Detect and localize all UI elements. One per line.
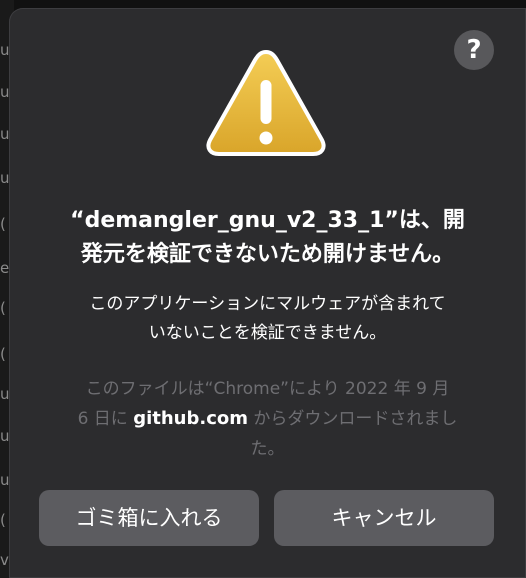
help-button[interactable]: ?	[454, 30, 494, 70]
dialog-message-line: いないことを検証できません。	[148, 323, 387, 343]
dialog-title: “demangler_gnu_v2_33_1”は、開 発元を検証できないため開け…	[29, 204, 506, 272]
dialog-message-line: このアプリケーションにマルウェアが含まれて	[89, 294, 446, 314]
security-alert-dialog: ? “demangler_gnu_v2_33_1”は、開 発元を検証できないため…	[9, 8, 526, 578]
cancel-button[interactable]: キャンセル	[274, 490, 494, 546]
warning-triangle-icon	[206, 50, 326, 156]
download-info-line: 6 日に github.com からダウンロードされまし	[39, 404, 496, 434]
dialog-message: このアプリケーションにマルウェアが含まれて いないことを検証できません。	[39, 290, 496, 348]
download-info: このファイルは“Chrome”により 2022 年 9 月 6 日に githu…	[39, 374, 496, 464]
download-info-text: からダウンロードされまし	[248, 409, 458, 429]
download-info-text: 6 日に	[77, 409, 134, 429]
dialog-title-line: “demangler_gnu_v2_33_1”は、開	[70, 208, 465, 233]
move-to-trash-button[interactable]: ゴミ箱に入れる	[39, 490, 259, 546]
download-info-line: た。	[250, 439, 285, 459]
dialog-title-line: 発元を検証できないため開けません。	[80, 242, 455, 267]
download-info-line: このファイルは“Chrome”により 2022 年 9 月	[85, 379, 450, 399]
download-source-link: github.com	[133, 408, 249, 429]
